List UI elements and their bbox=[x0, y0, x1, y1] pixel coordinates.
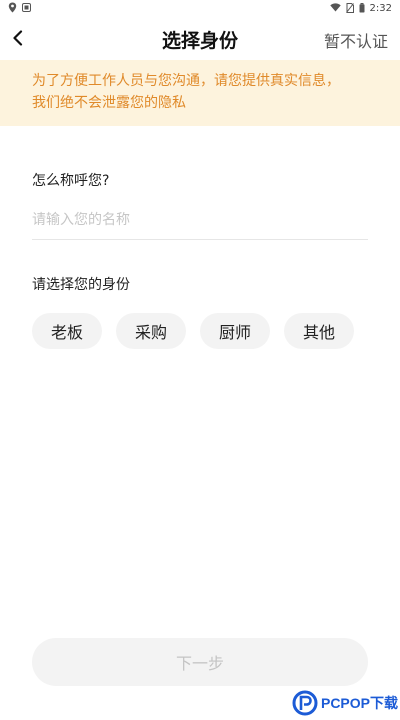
privacy-notice: 为了方便工作人员与您沟通，请您提供真实信息， 我们绝不会泄露您的隐私 bbox=[0, 60, 400, 126]
status-right: 2:32 bbox=[329, 2, 392, 16]
role-option-other[interactable]: 其他 bbox=[284, 313, 354, 349]
nav-bar: 选择身份 暂不认证 bbox=[0, 18, 400, 60]
role-option-chef[interactable]: 厨师 bbox=[200, 313, 270, 349]
wifi-icon bbox=[329, 3, 341, 15]
no-sim-icon bbox=[345, 2, 354, 16]
notification-icon bbox=[22, 3, 31, 15]
clock: 2:32 bbox=[369, 3, 392, 14]
name-label: 怎么称呼您? bbox=[32, 173, 110, 189]
watermark: PCPOP下载 bbox=[292, 690, 398, 716]
role-option-boss[interactable]: 老板 bbox=[32, 313, 102, 349]
name-input[interactable] bbox=[32, 200, 368, 240]
next-step-button[interactable]: 下一步 bbox=[32, 638, 368, 686]
role-label: 请选择您的身份 bbox=[32, 277, 130, 293]
role-option-purchaser[interactable]: 采购 bbox=[116, 313, 186, 349]
notice-line-1: 为了方便工作人员与您沟通，请您提供真实信息， bbox=[32, 73, 340, 89]
status-bar: 2:32 bbox=[0, 0, 400, 18]
status-left bbox=[8, 2, 31, 16]
role-options: 老板 采购 厨师 其他 bbox=[32, 313, 354, 349]
location-icon bbox=[8, 2, 17, 16]
skip-verification-button[interactable]: 暂不认证 bbox=[324, 28, 388, 52]
battery-icon bbox=[359, 2, 365, 16]
watermark-text: PCPOP下载 bbox=[320, 695, 398, 711]
notice-line-2: 我们绝不会泄露您的隐私 bbox=[32, 95, 186, 111]
pcpop-logo-icon bbox=[292, 690, 318, 716]
